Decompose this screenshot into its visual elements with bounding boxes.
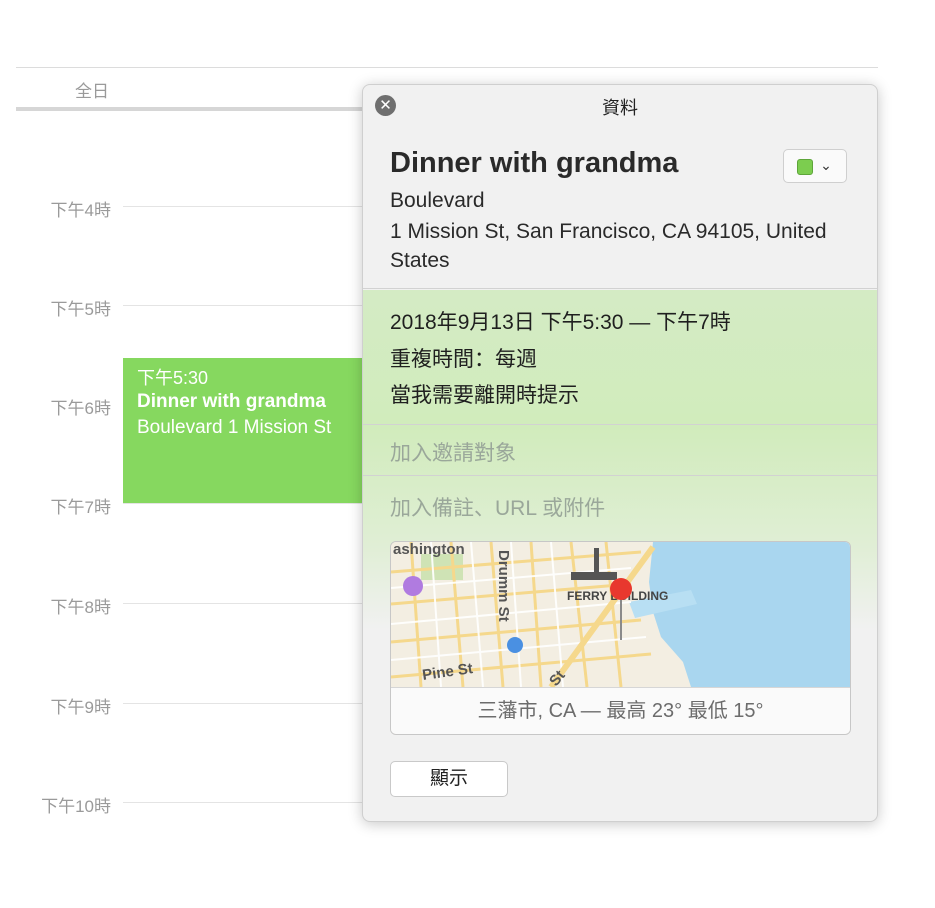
event-location-name[interactable]: Boulevard [390,189,485,213]
chevron-down-icon: ⌄ [820,157,832,173]
event-datetime[interactable]: 2018年9月13日 下午5:30 — 下午7時 [390,306,731,336]
event-info-popover: ✕ 資料 Dinner with grandma ⌄ Boulevard 1 M… [362,84,878,822]
all-day-label: 全日 [75,82,109,101]
event-block-time: 下午5:30 [137,368,209,388]
show-button[interactable]: 顯示 [390,761,508,797]
hour-label: 下午9時 [50,698,111,717]
event-repeat[interactable]: 重複時間：每週 [390,343,537,373]
calendar-color-swatch [797,159,813,175]
hour-label: 下午6時 [50,399,111,418]
all-day-divider [16,107,366,111]
add-invitees-field[interactable]: 加入邀請對象 [390,437,516,467]
map-street-label: ashington [393,542,465,558]
location-map[interactable]: ashington Drumm St Pine St St FERRY BUIL… [390,541,851,735]
map-view[interactable]: ashington Drumm St Pine St St FERRY BUIL… [391,542,850,687]
hour-label: 下午7時 [50,498,111,517]
event-title[interactable]: Dinner with grandma [390,147,678,180]
map-pin-icon [610,578,632,600]
hour-label: 下午8時 [50,598,111,617]
event-alert[interactable]: 當我需要離開時提示 [390,379,579,409]
event-block-location: Boulevard 1 Mission St [137,417,332,438]
hour-label: 下午10時 [41,797,111,816]
event-block-title: Dinner with grandma [137,391,326,412]
hour-label: 下午4時 [50,201,111,220]
divider [363,475,877,476]
map-street-label: Drumm St [495,550,512,622]
event-location-address[interactable]: 1 Mission St, San Francisco, CA 94105, U… [390,217,850,275]
divider [363,424,877,425]
weather-forecast: 三藩市, CA — 最高 23° 最低 15° [391,687,850,734]
divider [363,288,877,289]
popover-title: 資料 [602,98,638,118]
hour-label: 下午5時 [50,300,111,319]
add-notes-field[interactable]: 加入備註、URL 或附件 [390,492,605,522]
calendar-color-picker[interactable]: ⌄ [783,149,847,183]
calendar-top-divider [16,67,878,68]
